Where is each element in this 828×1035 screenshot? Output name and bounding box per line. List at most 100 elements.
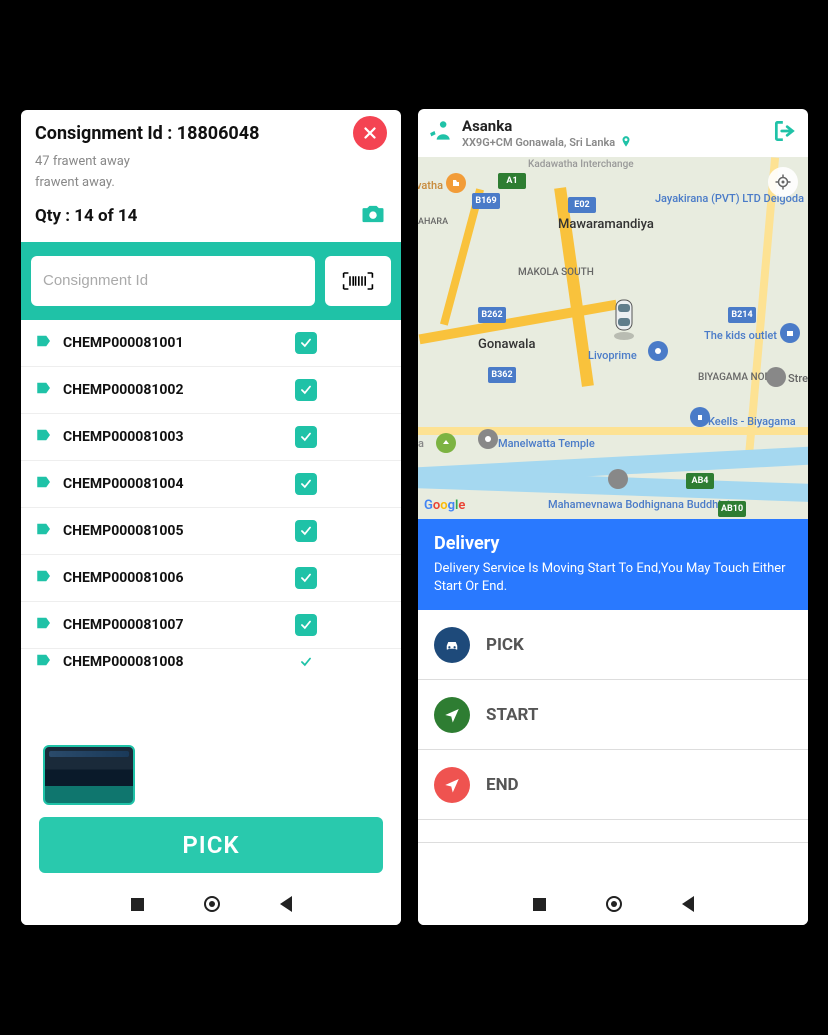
item-label: CHEMP000081008 — [63, 654, 295, 670]
android-navbar — [21, 883, 401, 925]
map-label: vatha — [418, 179, 443, 192]
poi-pin-icon — [780, 323, 800, 343]
tag-icon — [35, 426, 53, 448]
checkbox-checked[interactable] — [295, 426, 317, 448]
list-item[interactable]: CHEMP000081008 — [21, 649, 401, 675]
consignment-id-label: Consignment Id : 18806048 — [35, 123, 259, 144]
item-label: CHEMP000081006 — [63, 570, 295, 586]
photo-thumbnail[interactable] — [43, 745, 135, 805]
road-shield: B262 — [478, 307, 506, 323]
locate-me-button[interactable] — [768, 167, 798, 197]
qty-label: Qty : 14 of 14 — [35, 206, 137, 226]
list-item[interactable]: CHEMP000081007 — [21, 602, 401, 649]
close-icon — [361, 124, 379, 142]
poi-pin-icon — [478, 429, 498, 449]
android-navbar — [418, 883, 808, 925]
action-start[interactable]: START — [418, 680, 808, 750]
checkbox-checked[interactable] — [295, 651, 317, 673]
nav-back-icon[interactable] — [682, 896, 694, 912]
road-shield: B362 — [488, 367, 516, 383]
map-label: Stre — [788, 372, 808, 385]
navigate-icon — [434, 697, 470, 733]
nav-home-icon[interactable] — [606, 896, 622, 912]
nav-home-icon[interactable] — [204, 896, 220, 912]
sub-text-2: frawent away. — [21, 171, 401, 192]
item-label: CHEMP000081005 — [63, 523, 295, 539]
action-pick[interactable]: PICK — [418, 610, 808, 680]
map-label: a — [418, 437, 424, 450]
checkbox-checked[interactable] — [295, 473, 317, 495]
tag-icon — [35, 614, 53, 636]
item-label: CHEMP000081004 — [63, 476, 295, 492]
poi-pin-icon — [766, 367, 786, 387]
camera-icon — [359, 200, 387, 228]
poi-label: Manelwatta Temple — [498, 437, 595, 450]
nav-recents-icon[interactable] — [533, 898, 546, 911]
checkbox-checked[interactable] — [295, 567, 317, 589]
close-button[interactable] — [353, 116, 387, 150]
map-label: AHARA — [418, 217, 448, 227]
item-label: CHEMP000081003 — [63, 429, 295, 445]
list-item[interactable]: CHEMP000081002 — [21, 367, 401, 414]
map-label: Kadawatha Interchange — [528, 159, 634, 170]
sub-text-1: 47 frawent away — [21, 150, 401, 171]
action-label: PICK — [486, 635, 524, 655]
map-view[interactable]: Kadawatha Interchange vatha AHARA Mawara… — [418, 157, 808, 519]
map-label: Gonawala — [478, 337, 535, 352]
pick-button-label: PICK — [182, 831, 239, 859]
nav-back-icon[interactable] — [280, 896, 292, 912]
logout-icon — [772, 118, 798, 144]
consignment-search-input[interactable] — [31, 256, 315, 306]
road-shield: B169 — [472, 193, 500, 209]
action-end[interactable]: END — [418, 750, 808, 820]
item-label: CHEMP000081001 — [63, 335, 295, 351]
delivery-panel: Asanka XX9G+CM Gonawala, Sri Lanka Kadaw… — [418, 109, 808, 925]
map-label: Mawaramandiya — [558, 217, 654, 232]
barcode-scan-button[interactable] — [325, 256, 391, 306]
poi-pin-icon — [608, 469, 628, 489]
action-label: END — [486, 775, 519, 795]
user-icon — [428, 118, 454, 148]
list-item[interactable]: CHEMP000081001 — [21, 320, 401, 367]
nav-recents-icon[interactable] — [131, 898, 144, 911]
list-item[interactable]: CHEMP000081003 — [21, 414, 401, 461]
delivery-title: Delivery — [434, 533, 792, 554]
delivery-text: Delivery Service Is Moving Start To End,… — [434, 560, 792, 596]
consignment-panel: Consignment Id : 18806048 47 frawent awa… — [21, 110, 401, 925]
poi-pin-icon — [436, 433, 456, 453]
poi-label: Keells - Biyagama — [708, 415, 796, 428]
item-label: CHEMP000081007 — [63, 617, 295, 633]
road-shield: B214 — [728, 307, 756, 323]
checkbox-checked[interactable] — [295, 614, 317, 636]
road-shield: A1 — [498, 173, 526, 189]
poi-label: Livoprime — [588, 349, 637, 362]
tag-icon — [35, 379, 53, 401]
list-item[interactable]: CHEMP000081006 — [21, 555, 401, 602]
pick-button[interactable]: PICK — [39, 817, 383, 873]
crosshair-icon — [774, 173, 792, 191]
user-location: XX9G+CM Gonawala, Sri Lanka — [462, 135, 772, 149]
search-bar — [21, 242, 401, 320]
road-shield: E02 — [568, 197, 596, 213]
list-item[interactable]: CHEMP000081005 — [21, 508, 401, 555]
tag-icon — [35, 520, 53, 542]
road-shield: AB10 — [718, 501, 746, 517]
poi-pin-icon — [690, 407, 710, 427]
poi-pin-icon — [446, 173, 466, 193]
tag-icon — [35, 332, 53, 354]
user-name: Asanka — [462, 117, 772, 135]
tag-icon — [35, 651, 53, 673]
checkbox-checked[interactable] — [295, 520, 317, 542]
poi-label: The kids outlet — [704, 329, 777, 342]
top-bar: Asanka XX9G+CM Gonawala, Sri Lanka — [418, 109, 808, 157]
car-marker-icon — [608, 292, 640, 342]
checkbox-checked[interactable] — [295, 332, 317, 354]
google-logo: Google — [424, 498, 465, 513]
logout-button[interactable] — [772, 118, 798, 148]
camera-button[interactable] — [359, 200, 387, 232]
list-item[interactable]: CHEMP000081004 — [21, 461, 401, 508]
poi-label: Mahamevnawa Bodhignana Buddhist — [548, 499, 730, 511]
road-shield: AB4 — [686, 473, 714, 489]
checkbox-checked[interactable] — [295, 379, 317, 401]
item-label: CHEMP000081002 — [63, 382, 295, 398]
